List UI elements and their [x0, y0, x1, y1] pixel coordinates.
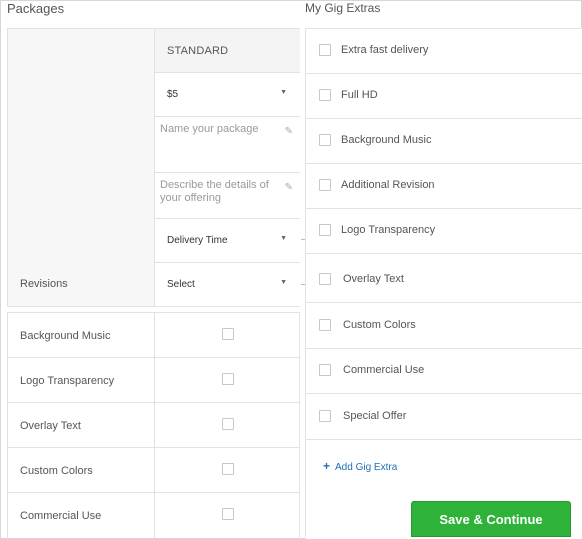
extra-row[interactable]: Logo Transparency — [306, 209, 582, 254]
column-divider — [154, 358, 155, 402]
column-divider — [154, 313, 155, 357]
extra-row[interactable]: Full HD — [306, 74, 582, 119]
package-name-placeholder: Name your package — [160, 123, 259, 135]
extra-label: Extra fast delivery — [341, 44, 429, 56]
standard-package-column: STANDARD $5 ▼ Name your package ✎ Descri… — [154, 29, 300, 306]
packages-title: Packages — [7, 1, 65, 16]
feature-checkbox[interactable] — [222, 373, 234, 385]
revisions-select[interactable]: Select ▼ — [155, 263, 300, 306]
save-continue-button[interactable]: Save & Continue — [411, 501, 571, 537]
chevron-down-icon: ▼ — [280, 235, 287, 242]
chevron-down-icon: ▼ — [280, 279, 287, 286]
feature-row: Overlay Text — [8, 403, 299, 448]
column-divider — [154, 403, 155, 447]
plus-icon: + — [323, 459, 331, 473]
column-divider — [154, 493, 155, 538]
add-gig-extra-link[interactable]: + Add Gig Extra — [323, 459, 397, 473]
feature-label: Logo Transparency — [20, 375, 115, 387]
extra-row[interactable]: Custom Colors — [306, 304, 582, 349]
extra-row[interactable]: Additional Revision — [306, 164, 582, 209]
extra-checkbox[interactable] — [319, 179, 331, 191]
gig-extras-panel: Extra fast delivery Full HD Background M… — [305, 28, 582, 539]
pencil-icon: ✎ — [284, 182, 293, 193]
extra-row[interactable]: Extra fast delivery — [306, 29, 582, 74]
price-select[interactable]: $5 ▼ — [155, 73, 300, 117]
extra-checkbox[interactable] — [319, 364, 331, 376]
feature-label: Custom Colors — [20, 465, 93, 477]
extra-checkbox[interactable] — [319, 44, 331, 56]
extra-checkbox[interactable] — [319, 319, 331, 331]
extra-checkbox[interactable] — [319, 410, 331, 422]
package-description-field[interactable]: Describe the details of your offering ✎ — [155, 173, 300, 219]
column-divider — [154, 448, 155, 492]
package-name-field[interactable]: Name your package ✎ — [155, 117, 300, 173]
extra-checkbox[interactable] — [319, 89, 331, 101]
package-features-table: Background Music Logo Transparency Overl… — [7, 312, 300, 539]
extra-label: Logo Transparency — [341, 224, 436, 236]
extra-checkbox[interactable] — [319, 134, 331, 146]
chevron-down-icon: ▼ — [280, 89, 287, 96]
gig-editor-frame: Packages Revisions STANDARD $5 ▼ Name yo… — [0, 0, 582, 539]
feature-checkbox[interactable] — [222, 328, 234, 340]
extra-row[interactable]: Special Offer — [306, 395, 582, 440]
package-description-placeholder: Describe the details of your offering — [160, 179, 269, 204]
feature-row: Custom Colors — [8, 448, 299, 493]
feature-row: Commercial Use — [8, 493, 299, 538]
feature-label: Overlay Text — [20, 420, 81, 432]
extra-label: Full HD — [341, 89, 378, 101]
extra-row[interactable]: Background Music — [306, 119, 582, 164]
feature-label: Commercial Use — [20, 510, 102, 522]
delivery-time-value: Delivery Time — [167, 235, 228, 246]
extra-checkbox[interactable] — [319, 224, 331, 236]
feature-row: Background Music — [8, 313, 299, 358]
revisions-label: Revisions — [20, 278, 68, 290]
price-value: $5 — [167, 89, 179, 100]
extra-row[interactable]: Commercial Use — [306, 349, 582, 394]
tier-header-standard: STANDARD — [155, 29, 300, 73]
extra-label: Background Music — [341, 134, 432, 146]
extra-label: Special Offer — [343, 410, 407, 422]
feature-checkbox[interactable] — [222, 463, 234, 475]
delivery-time-select[interactable]: Delivery Time ▼ — [155, 219, 300, 263]
gig-extras-title: My Gig Extras — [305, 1, 381, 15]
extra-label: Overlay Text — [343, 273, 404, 285]
feature-row: Logo Transparency — [8, 358, 299, 403]
extra-label: Commercial Use — [343, 364, 425, 376]
extra-row[interactable]: Overlay Text — [306, 258, 582, 303]
feature-label: Background Music — [20, 330, 111, 342]
pencil-icon: ✎ — [284, 126, 293, 137]
extra-checkbox[interactable] — [319, 273, 331, 285]
package-config-table: Revisions STANDARD $5 ▼ Name your packag… — [7, 28, 300, 307]
extra-label: Additional Revision — [341, 179, 435, 191]
feature-checkbox[interactable] — [222, 418, 234, 430]
add-gig-extra-label: Add Gig Extra — [335, 462, 398, 473]
feature-checkbox[interactable] — [222, 508, 234, 520]
extra-label: Custom Colors — [343, 319, 416, 331]
revisions-value: Select — [167, 279, 195, 290]
